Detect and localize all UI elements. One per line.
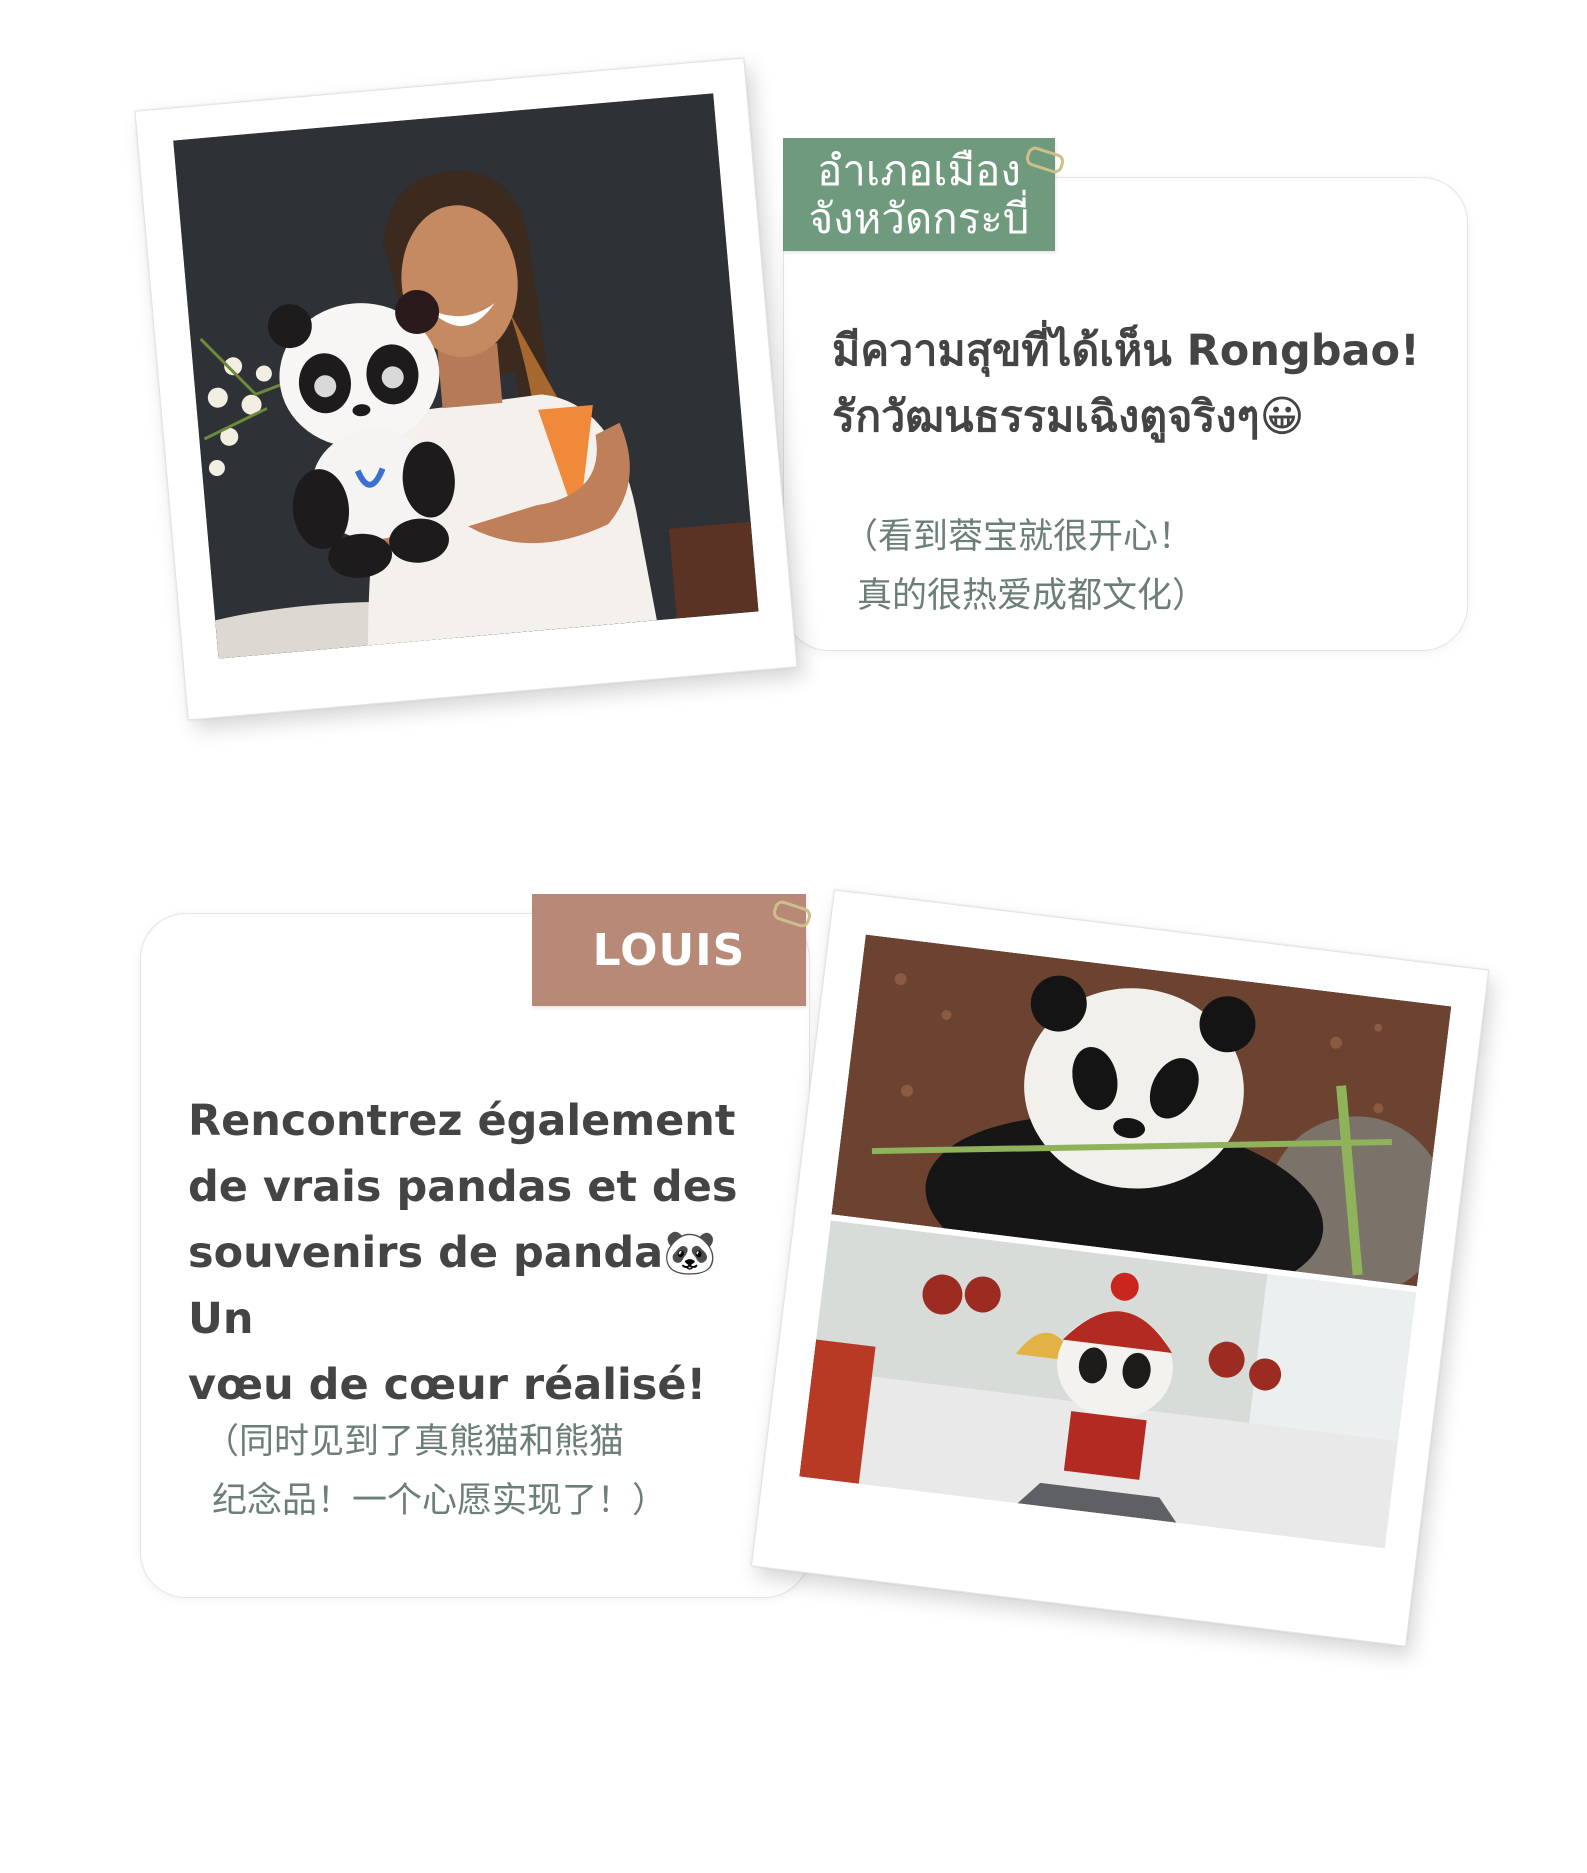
translation-2: （同时见到了真熊猫和熊猫 纪念品！一个心愿实现了！） [204,1413,764,1531]
message-2-line-3: souvenirs de panda🐼Un [188,1228,717,1344]
message-1-line-2: รักวัฒนธรรมเฉิงตูจริงๆ😀 [832,392,1305,442]
polaroid-photo-2 [750,889,1490,1647]
message-1: มีความสุขที่ได้เห็น Rongbao! รักวัฒนธรรม… [832,318,1452,450]
translation-1-line-2: 真的很热爱成都文化） [857,576,1208,616]
woman-with-panda-plush-illustration [173,93,759,659]
name-tag-1: อำเภอเมือง จังหวัดกระบี่ [783,138,1055,251]
photo-woman-with-panda-plush [173,93,759,659]
message-2-line-2: de vrais pandas et des [188,1162,738,1212]
message-2-line-1: Rencontrez également [188,1096,736,1146]
translation-2-line-2: 纪念品！一个心愿实现了！） [212,1481,668,1521]
translation-1-line-1: （看到蓉宝就很开心！ [843,517,1194,557]
name-tag-1-label: อำเภอเมือง จังหวัดกระบี่ [808,145,1030,243]
translation-2-line-1: （同时见到了真熊猫和熊猫 [204,1422,625,1462]
polaroid-photo-1 [134,57,798,721]
message-2-line-4: vœu de cœur réalisé! [188,1360,707,1410]
name-tag-2: LOUIS [532,894,806,1006]
message-1-line-1: มีความสุขที่ได้เห็น Rongbao! [832,326,1420,376]
message-2: Rencontrez également de vrais pandas et … [188,1088,768,1418]
name-tag-2-label: LOUIS [592,924,746,976]
translation-1: （看到蓉宝就很开心！ 真的很热爱成都文化） [843,508,1363,626]
